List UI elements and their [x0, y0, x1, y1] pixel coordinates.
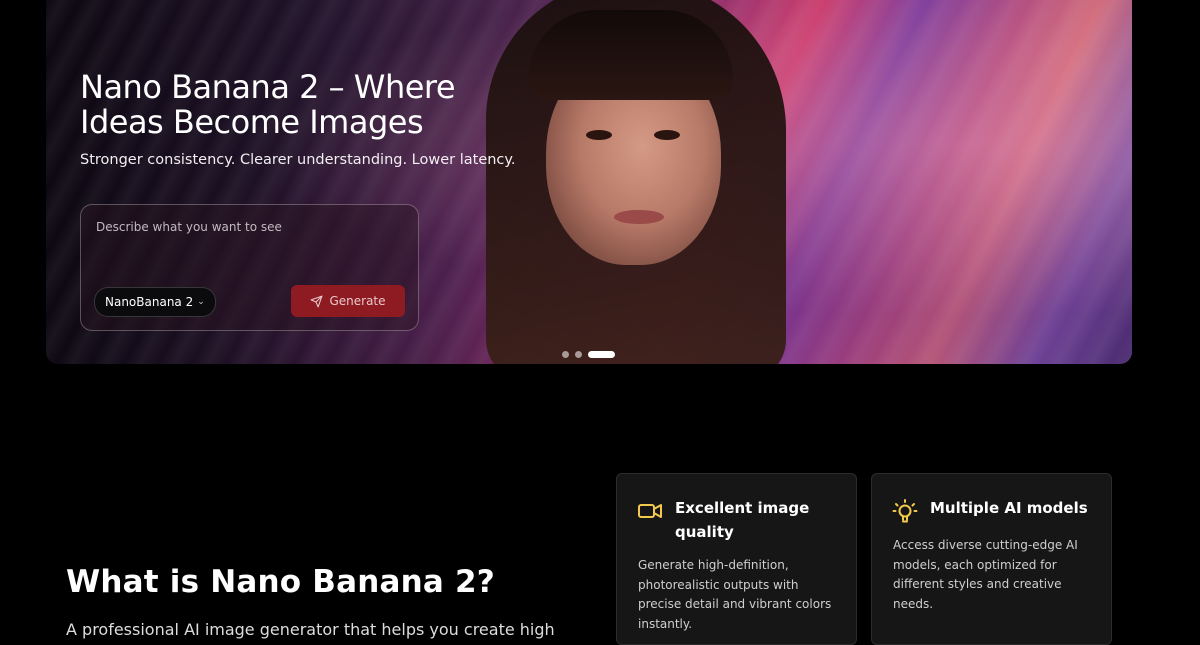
- generate-button-label: Generate: [329, 294, 386, 308]
- prompt-box: NanoBanana 2 ⌄ Generate: [80, 204, 419, 331]
- feature-card-ai-models: Multiple AI models Access diverse cuttin…: [871, 473, 1112, 645]
- carousel-dot-active[interactable]: [588, 351, 615, 358]
- feature-text: Generate high-definition, photorealistic…: [638, 558, 832, 631]
- model-select[interactable]: NanoBanana 2 ⌄: [94, 287, 216, 317]
- section-title: What is Nano Banana 2?: [66, 564, 495, 600]
- hero-portrait-image: [476, 0, 796, 364]
- feature-text: Access diverse cutting-edge AI models, e…: [893, 538, 1078, 611]
- portrait-bangs: [528, 10, 733, 100]
- chevron-down-icon: ⌄: [197, 297, 205, 307]
- lightbulb-icon: [892, 499, 918, 523]
- portrait-eye-right: [654, 130, 680, 140]
- hero-subtitle: Stronger consistency. Clearer understand…: [80, 152, 516, 168]
- portrait-eye-left: [586, 130, 612, 140]
- generate-button[interactable]: Generate: [291, 285, 405, 317]
- feature-title: Multiple AI models: [930, 499, 1088, 517]
- model-select-label: NanoBanana 2: [105, 295, 194, 309]
- prompt-input[interactable]: [94, 219, 398, 235]
- send-icon: [311, 295, 323, 307]
- video-camera-icon: [638, 504, 662, 518]
- carousel-indicator: [562, 351, 615, 358]
- feature-title: Excellent image quality: [675, 499, 810, 541]
- portrait-lips: [614, 210, 664, 224]
- carousel-dot[interactable]: [575, 351, 582, 358]
- carousel-dot[interactable]: [562, 351, 569, 358]
- feature-card-image-quality: Excellent image quality Generate high-de…: [616, 473, 857, 645]
- hero-title: Nano Banana 2 – Where Ideas Become Image…: [80, 68, 456, 141]
